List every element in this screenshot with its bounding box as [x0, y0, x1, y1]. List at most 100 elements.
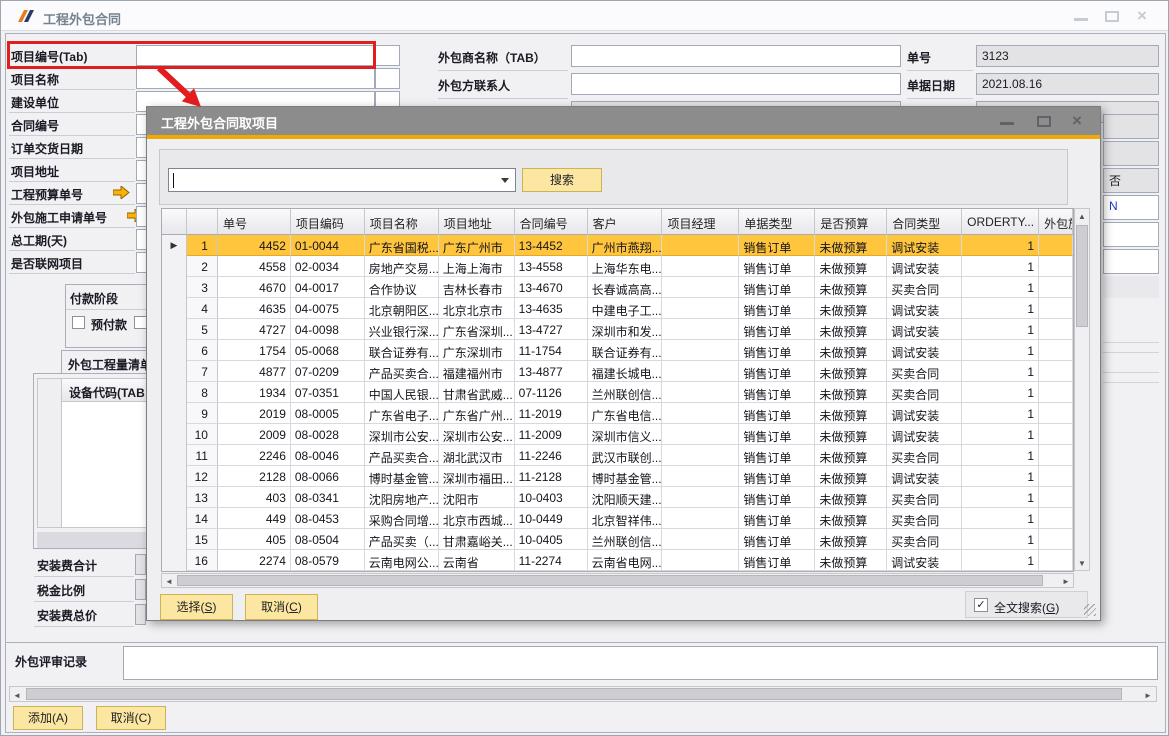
- table-cell[interactable]: 07-0209: [291, 361, 365, 382]
- table-cell[interactable]: 4727: [218, 319, 291, 340]
- table-cell[interactable]: 沈阳市: [439, 487, 515, 508]
- table-row[interactable]: 3467004-0017合作协议吉林长春市13-4670长春诚高高...销售订单…: [162, 277, 1073, 298]
- table-cell[interactable]: 产品买卖合...: [365, 445, 439, 466]
- table-cell[interactable]: 1: [962, 277, 1039, 298]
- scroll-down-icon[interactable]: ▼: [1078, 559, 1086, 568]
- table-cell[interactable]: 2009: [218, 424, 291, 445]
- table-cell[interactable]: 08-0046: [291, 445, 365, 466]
- table-cell[interactable]: 11-2246: [515, 445, 588, 466]
- column-header[interactable]: 客户: [588, 209, 663, 235]
- table-vertical-scrollbar[interactable]: ▲ ▼: [1074, 208, 1090, 571]
- table-cell[interactable]: [662, 361, 739, 382]
- column-header[interactable]: 项目经理: [662, 209, 739, 235]
- table-horizontal-scrollbar[interactable]: ◄ ►: [161, 573, 1074, 588]
- row-selector-cell[interactable]: ▶: [162, 235, 187, 256]
- table-cell[interactable]: 买卖合同: [887, 508, 962, 529]
- table-row[interactable]: 9201908-0005广东省电子...广东省广州...11-2019广东省电信…: [162, 403, 1073, 424]
- table-cell[interactable]: 销售订单: [739, 319, 815, 340]
- table-cell[interactable]: 08-0453: [291, 508, 365, 529]
- table-cell[interactable]: 联合证券有...: [365, 340, 439, 361]
- table-cell[interactable]: [662, 277, 739, 298]
- edge-field[interactable]: N: [1103, 195, 1159, 220]
- table-cell[interactable]: 未做预算: [815, 424, 887, 445]
- table-cell[interactable]: [1039, 508, 1073, 529]
- table-cell[interactable]: 08-0579: [291, 550, 365, 571]
- table-cell[interactable]: 13-4452: [515, 235, 588, 256]
- table-cell[interactable]: 买卖合同: [887, 445, 962, 466]
- table-cell[interactable]: 武汉市联创...: [588, 445, 663, 466]
- table-cell[interactable]: 云南省: [439, 550, 515, 571]
- table-cell[interactable]: 2246: [218, 445, 291, 466]
- table-cell[interactable]: 11-2019: [515, 403, 588, 424]
- row-selector-cell[interactable]: [162, 382, 187, 403]
- table-cell[interactable]: 销售订单: [739, 445, 815, 466]
- table-cell[interactable]: 1754: [218, 340, 291, 361]
- table-cell[interactable]: 甘肃省武威...: [439, 382, 515, 403]
- table-cell[interactable]: 云南电网公...: [365, 550, 439, 571]
- table-cell[interactable]: 2128: [218, 466, 291, 487]
- table-cell[interactable]: 销售订单: [739, 361, 815, 382]
- table-cell[interactable]: [1039, 319, 1073, 340]
- dialog-close-icon[interactable]: ×: [1072, 116, 1086, 127]
- table-cell[interactable]: 11-2009: [515, 424, 588, 445]
- table-cell[interactable]: 博时基金管...: [588, 466, 663, 487]
- table-cell[interactable]: 广州市燕翔...: [588, 235, 663, 256]
- table-cell[interactable]: 销售订单: [739, 298, 815, 319]
- select-button[interactable]: 选择(S): [160, 594, 233, 620]
- search-combobox[interactable]: [168, 168, 516, 192]
- scroll-left-icon[interactable]: ◄: [165, 577, 173, 586]
- table-cell[interactable]: 兰州联创信...: [588, 382, 663, 403]
- row-selector-cell[interactable]: [162, 319, 187, 340]
- table-cell[interactable]: 调试安装: [887, 340, 962, 361]
- table-cell[interactable]: 销售订单: [739, 235, 815, 256]
- table-cell[interactable]: 04-0098: [291, 319, 365, 340]
- table-cell[interactable]: [662, 382, 739, 403]
- table-cell[interactable]: 13-4877: [515, 361, 588, 382]
- table-row[interactable]: 12212808-0066博时基金管...深圳市福田...11-2128博时基金…: [162, 466, 1073, 487]
- table-row[interactable]: 1444908-0453采购合同增...北京市西城...10-0449北京智祥伟…: [162, 508, 1073, 529]
- table-cell[interactable]: 广东省电信...: [588, 403, 663, 424]
- table-cell[interactable]: 08-0028: [291, 424, 365, 445]
- table-cell[interactable]: 沈阳房地产...: [365, 487, 439, 508]
- column-header[interactable]: 项目名称: [365, 209, 439, 235]
- table-row[interactable]: 2455802-0034房地产交易...上海上海市13-4558上海华东电...…: [162, 256, 1073, 277]
- table-cell[interactable]: [1039, 256, 1073, 277]
- table-cell[interactable]: 广东省广州...: [439, 403, 515, 424]
- table-cell[interactable]: [1039, 403, 1073, 424]
- table-cell[interactable]: 销售订单: [739, 466, 815, 487]
- table-cell[interactable]: 11-2128: [515, 466, 588, 487]
- table-cell[interactable]: 湖北武汉市: [439, 445, 515, 466]
- table-cell[interactable]: 1: [962, 403, 1039, 424]
- table-cell[interactable]: 房地产交易...: [365, 256, 439, 277]
- table-header-row[interactable]: 单号项目编码项目名称项目地址合同编号客户项目经理单据类型是否预算合同类型ORDE…: [162, 209, 1073, 235]
- table-row[interactable]: 16227408-0579云南电网公...云南省11-2274云南省电网...销…: [162, 550, 1073, 571]
- row-selector-cell[interactable]: [162, 550, 187, 571]
- table-cell[interactable]: 13-4670: [515, 277, 588, 298]
- table-cell[interactable]: [1039, 298, 1073, 319]
- table-cell[interactable]: [1039, 529, 1073, 550]
- table-cell[interactable]: 调试安装: [887, 550, 962, 571]
- table-cell[interactable]: [662, 256, 739, 277]
- table-cell[interactable]: 沈阳顺天建...: [588, 487, 663, 508]
- field-input[interactable]: [135, 579, 146, 600]
- table-cell[interactable]: 1: [962, 529, 1039, 550]
- row-selector-cell[interactable]: [162, 529, 187, 550]
- scrollbar-thumb[interactable]: [26, 688, 1122, 700]
- table-cell[interactable]: 销售订单: [739, 277, 815, 298]
- table-cell[interactable]: [1039, 235, 1073, 256]
- table-cell[interactable]: [662, 550, 739, 571]
- table-cell[interactable]: [662, 235, 739, 256]
- row-selector-cell[interactable]: [162, 361, 187, 382]
- table-cell[interactable]: 北京市西城...: [439, 508, 515, 529]
- field-input[interactable]: [135, 554, 146, 575]
- table-cell[interactable]: 1: [962, 319, 1039, 340]
- table-row[interactable]: ▶1445201-0044广东省国税...广东广州市13-4452广州市燕翔..…: [162, 235, 1073, 256]
- table-cell[interactable]: 未做预算: [815, 235, 887, 256]
- column-header[interactable]: 合同类型: [887, 209, 962, 235]
- dialog-titlebar[interactable]: 工程外包合同取项目 ×: [147, 107, 1100, 135]
- field-input[interactable]: [571, 73, 901, 95]
- table-cell[interactable]: 买卖合同: [887, 487, 962, 508]
- table-cell[interactable]: 13-4558: [515, 256, 588, 277]
- table-cell[interactable]: 广东省深圳...: [439, 319, 515, 340]
- review-input[interactable]: [123, 646, 1158, 680]
